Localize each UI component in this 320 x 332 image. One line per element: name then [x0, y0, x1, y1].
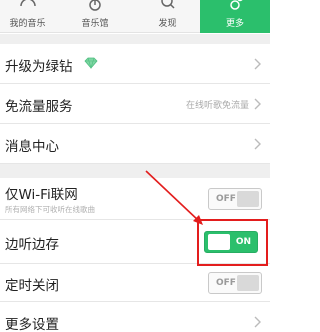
annotation-arrow	[145, 170, 203, 225]
annotation-highlight-box	[197, 219, 268, 266]
